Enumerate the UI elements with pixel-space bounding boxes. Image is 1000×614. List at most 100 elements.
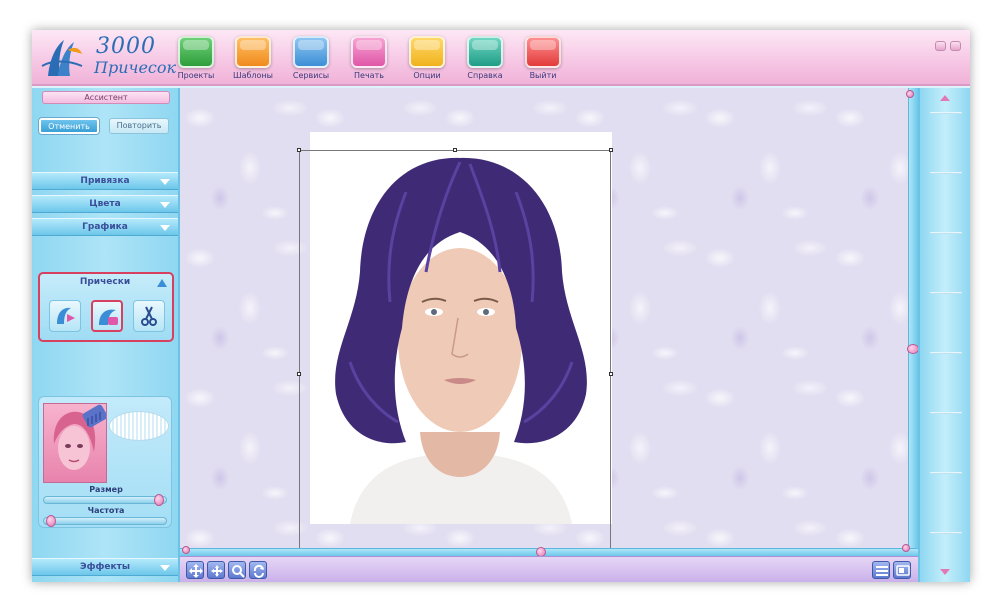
templates-icon bbox=[235, 36, 271, 68]
pan-tool-button[interactable] bbox=[207, 561, 225, 579]
left-sidebar: Ассистент Отменить Повторить Привязка Цв… bbox=[32, 88, 180, 582]
right-panel bbox=[918, 88, 970, 582]
horizontal-scrollbar[interactable] bbox=[180, 547, 918, 557]
selection-handle[interactable] bbox=[609, 372, 613, 376]
chevron-down-icon bbox=[160, 225, 170, 231]
rotate-tool-button[interactable] bbox=[249, 561, 267, 579]
frequency-label: Частота bbox=[87, 506, 125, 515]
section-effects[interactable]: Эффекты bbox=[32, 558, 178, 576]
hairstyle-edit-icon bbox=[99, 309, 118, 325]
selection-handle[interactable] bbox=[453, 148, 457, 152]
section-colors[interactable]: Цвета bbox=[32, 195, 178, 213]
help-question-icon bbox=[467, 36, 503, 68]
folder-icon bbox=[178, 36, 214, 68]
toolbar-help-label: Справка bbox=[467, 71, 503, 80]
top-toolbar: 3000 Причесок Проекты Шаблоны Сервисы Пе… bbox=[32, 30, 970, 86]
minimize-button[interactable] bbox=[935, 41, 946, 51]
hairstyles-title: Прически bbox=[79, 277, 131, 287]
selection-handle[interactable] bbox=[297, 148, 301, 152]
list-icon bbox=[876, 566, 888, 576]
app-logo: 3000 Причесок bbox=[38, 34, 178, 82]
toolbar-help-button[interactable]: Справка bbox=[460, 36, 510, 84]
brush-shape-preview bbox=[109, 411, 169, 441]
toolbar-templates-label: Шаблоны bbox=[233, 71, 273, 80]
view-mode-button[interactable] bbox=[893, 561, 911, 579]
section-graphics[interactable]: Графика bbox=[32, 218, 178, 236]
selection-handle[interactable] bbox=[297, 372, 301, 376]
ruler-tick bbox=[930, 412, 962, 414]
logo-mark-icon bbox=[41, 40, 83, 76]
logo-word: Причесок bbox=[94, 58, 177, 77]
selection-handle[interactable] bbox=[609, 148, 613, 152]
logo-number: 3000 bbox=[96, 34, 156, 59]
ruler-tick bbox=[930, 112, 962, 114]
pan-arrows-icon bbox=[211, 565, 223, 577]
toolbar-options-button[interactable]: Опции bbox=[402, 36, 452, 84]
ruler-tick bbox=[930, 532, 962, 534]
close-button[interactable] bbox=[950, 41, 961, 51]
toolbar-exit-button[interactable]: Выйти bbox=[518, 36, 568, 84]
layers-list-button[interactable] bbox=[872, 561, 890, 579]
move-tool-button[interactable] bbox=[186, 561, 204, 579]
toolbar-projects-button[interactable]: Проекты bbox=[171, 36, 221, 84]
toolbar-options-label: Опции bbox=[413, 71, 441, 80]
move-arrows-icon bbox=[189, 564, 203, 578]
toolbar-templates-button[interactable]: Шаблоны bbox=[228, 36, 278, 84]
section-colors-label: Цвета bbox=[89, 199, 121, 209]
hairstyle-add-button[interactable] bbox=[49, 300, 81, 332]
vertical-scrollbar[interactable] bbox=[907, 88, 919, 548]
assistant-button[interactable]: Ассистент bbox=[42, 91, 170, 104]
scroll-up-icon[interactable] bbox=[939, 94, 951, 102]
ruler-tick bbox=[930, 352, 962, 354]
toolbar-print-button[interactable]: Печать bbox=[344, 36, 394, 84]
size-slider[interactable] bbox=[43, 494, 167, 506]
section-effects-label: Эффекты bbox=[79, 562, 131, 572]
ruler-tick bbox=[930, 472, 962, 474]
monitor-icon bbox=[896, 565, 910, 576]
chevron-down-icon bbox=[160, 179, 170, 185]
canvas-corner-marker bbox=[902, 544, 910, 552]
toolbar-projects-label: Проекты bbox=[177, 71, 215, 80]
section-binding-label: Привязка bbox=[80, 176, 130, 186]
size-slider-knob[interactable] bbox=[154, 494, 164, 506]
exit-hand-icon bbox=[525, 36, 561, 68]
zoom-tool-button[interactable] bbox=[228, 561, 246, 579]
hairstyles-panel: Прически bbox=[38, 272, 174, 342]
magnifier-icon bbox=[232, 565, 245, 578]
toolbar-exit-label: Выйти bbox=[529, 71, 557, 80]
printer-icon bbox=[351, 36, 387, 68]
toolbar-print-label: Печать bbox=[354, 71, 384, 80]
frequency-slider[interactable] bbox=[43, 515, 167, 527]
hairstyle-preview-panel: Размер Частота bbox=[38, 396, 172, 528]
section-binding[interactable]: Привязка bbox=[32, 172, 178, 190]
chevron-up-icon[interactable] bbox=[156, 278, 168, 288]
toolbar-services-label: Сервисы bbox=[292, 71, 330, 80]
face-thumbnail-image bbox=[53, 404, 106, 470]
hairstyle-edit-button[interactable] bbox=[91, 300, 123, 332]
options-gear-icon bbox=[409, 36, 445, 68]
frequency-slider-knob[interactable] bbox=[46, 515, 56, 527]
toolbar-services-button[interactable]: Сервисы bbox=[286, 36, 336, 84]
hair-scissors-button[interactable] bbox=[133, 300, 165, 332]
chevron-down-icon bbox=[160, 202, 170, 208]
rotate-arrows-icon bbox=[253, 564, 264, 578]
ruler-tick bbox=[930, 172, 962, 174]
ruler-tick bbox=[930, 232, 962, 234]
scroll-down-icon[interactable] bbox=[939, 568, 951, 576]
bottom-toolbar bbox=[180, 556, 918, 582]
face-thumbnail bbox=[43, 403, 107, 483]
undo-button[interactable]: Отменить bbox=[39, 118, 99, 134]
editing-canvas[interactable] bbox=[180, 88, 908, 548]
scissors-icon bbox=[293, 36, 329, 68]
selection-frame[interactable] bbox=[299, 150, 611, 548]
size-label: Размер bbox=[89, 485, 123, 494]
canvas-corner-marker bbox=[182, 546, 190, 554]
ruler-tick bbox=[930, 292, 962, 294]
hair-scissors-icon bbox=[141, 306, 157, 326]
redo-button[interactable]: Повторить bbox=[109, 118, 169, 134]
chevron-down-icon bbox=[160, 565, 170, 571]
canvas-corner-marker bbox=[906, 90, 914, 98]
hairstyle-add-icon bbox=[57, 307, 75, 324]
app-window: 3000 Причесок Проекты Шаблоны Сервисы Пе… bbox=[32, 30, 970, 582]
section-graphics-label: Графика bbox=[82, 222, 128, 232]
